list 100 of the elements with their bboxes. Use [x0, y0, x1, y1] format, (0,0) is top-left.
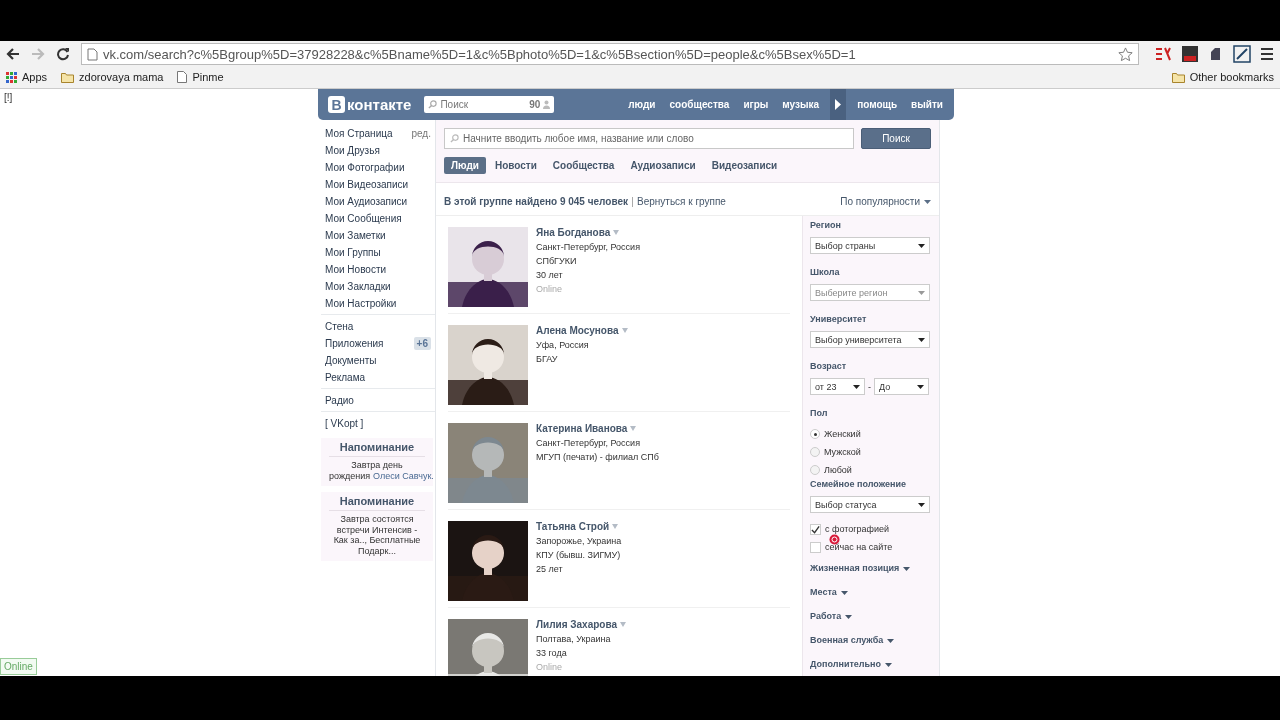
filter-label: Регион: [810, 220, 842, 231]
option-label[interactable]: Любой: [824, 465, 852, 475]
reload-icon[interactable]: [56, 47, 70, 61]
sidebar-link[interactable]: [ VKopt ]: [325, 418, 431, 429]
checkbox[interactable]: [810, 541, 821, 553]
sidebar-link[interactable]: Мои Новости: [325, 264, 431, 275]
caret-icon: [918, 243, 925, 248]
extension-icon[interactable]: [1233, 45, 1251, 63]
tab[interactable]: Новости: [487, 157, 544, 174]
filter-section-toggle[interactable]: Места: [810, 587, 939, 598]
filter-section-toggle[interactable]: Работа: [810, 611, 939, 622]
tab[interactable]: Сообщества: [545, 157, 622, 174]
sidebar-link[interactable]: Документы: [325, 355, 431, 366]
person-name[interactable]: Татьяна Строй: [536, 521, 610, 532]
sidebar-link[interactable]: Мои Видеозаписи: [325, 179, 431, 190]
dropdown[interactable]: от 23: [810, 378, 865, 395]
nav-link[interactable]: помощь: [850, 99, 905, 110]
play-icon[interactable]: [830, 89, 847, 120]
menu-icon[interactable]: [1260, 47, 1274, 61]
results-count: В этой группе найдено 9 045 человек: [444, 196, 628, 207]
address-bar[interactable]: vk.com/search?c%5Bgroup%5D=37928228&c%5Bname%5D=1&c%5Bphoto%5D=1&c%5Bsection%5D=people&c%5Bsex%5D=1: [81, 43, 1139, 65]
caret-icon: [845, 614, 853, 619]
filter-section-toggle[interactable]: Жизненная позиция: [810, 563, 939, 574]
sidebar-link[interactable]: Приложения: [325, 338, 414, 349]
search-box[interactable]: Поиск 90: [424, 96, 555, 113]
option-label[interactable]: Мужской: [824, 447, 861, 457]
reminder-title: Напоминание: [329, 495, 425, 511]
radio-button[interactable]: [810, 447, 820, 457]
bookmark-link[interactable]: Pinme: [177, 71, 224, 83]
name-link[interactable]: Олеси Савчук.: [373, 470, 434, 481]
dropdown[interactable]: Выбор страны: [810, 237, 930, 254]
sidebar-link[interactable]: Мои Заметки: [325, 230, 431, 241]
person-name[interactable]: Яна Богданова: [536, 227, 611, 238]
sidebar-link[interactable]: Мои Настройки: [325, 298, 431, 309]
dropdown[interactable]: Выбор университета: [810, 331, 930, 348]
nav-link[interactable]: музыка: [775, 99, 827, 110]
option-label[interactable]: с фотографией: [825, 524, 889, 534]
profile-detail: Запорожье, Украина: [536, 536, 622, 546]
back-icon[interactable]: [6, 47, 20, 61]
sidebar-link[interactable]: Мои Закладки: [325, 281, 431, 292]
caret-icon: [924, 199, 931, 204]
sidebar-link[interactable]: Мои Группы: [325, 247, 431, 258]
sidebar-link[interactable]: Радио: [325, 395, 431, 406]
checkbox[interactable]: [810, 523, 821, 535]
caret-icon: [840, 590, 848, 595]
filter-label: Возраст: [810, 361, 848, 372]
profile-detail: КПУ (бывш. ЗИГМУ): [536, 550, 622, 560]
edit-link[interactable]: ред.: [411, 128, 431, 139]
folder-icon: [1171, 71, 1185, 83]
sidebar-link[interactable]: Мои Фотографии: [325, 162, 431, 173]
filter-section-toggle[interactable]: Военная служба: [810, 635, 939, 646]
search-field[interactable]: Начните вводить любое имя, название или слово: [444, 128, 854, 149]
person-name[interactable]: Катерина Иванова: [536, 423, 628, 434]
filter-label: Семейное положение: [810, 479, 907, 490]
search-field[interactable]: Поиск: [424, 96, 527, 113]
radio-button[interactable]: [810, 465, 820, 475]
dropdown[interactable]: Выбор статуса: [810, 496, 930, 513]
online-count: 90: [529, 99, 541, 110]
person-name[interactable]: Алена Мосунова: [536, 325, 619, 336]
bookmark-link[interactable]: Apps: [6, 71, 48, 83]
online-badge: Online: [0, 658, 37, 675]
search-button[interactable]: Поиск: [861, 128, 931, 149]
caret-icon: [853, 384, 860, 389]
sidebar-link[interactable]: Мои Сообщения: [325, 213, 431, 224]
star-icon[interactable]: [1118, 46, 1133, 62]
count-badge: +6: [413, 337, 431, 350]
click-marker-icon: [829, 534, 840, 545]
filter-section-toggle[interactable]: Дополнительно: [810, 659, 939, 670]
sidebar-link[interactable]: Реклама: [325, 372, 431, 383]
reminder-title: Напоминание: [329, 441, 425, 457]
nav-link[interactable]: выйти: [904, 99, 950, 110]
person-name[interactable]: Лилия Захарова: [536, 619, 618, 630]
nav-link[interactable]: игры: [736, 99, 776, 110]
bookmark-link[interactable]: zdorovaya mama: [61, 71, 164, 83]
back-link[interactable]: Вернуться к группе: [637, 196, 726, 207]
nav-link[interactable]: люди: [621, 99, 663, 110]
profile-detail: Санкт-Петербург, Россия: [536, 438, 641, 448]
tab[interactable]: Видеозаписи: [704, 157, 785, 174]
sort-dropdown[interactable]: По популярности: [840, 196, 931, 207]
sidebar-link[interactable]: Мои Друзья: [325, 145, 431, 156]
page-icon: [87, 47, 98, 61]
profile-detail: БГАУ: [536, 354, 559, 364]
extension-icon[interactable]: [1154, 46, 1172, 62]
bookmark-link[interactable]: Other bookmarks: [1171, 71, 1274, 83]
nav-link[interactable]: сообщества: [662, 99, 737, 110]
option-label[interactable]: Женский: [824, 429, 861, 439]
profile-detail: 25 лет: [536, 564, 564, 574]
caret-icon: [918, 290, 925, 295]
profile-detail: Санкт-Петербург, Россия: [536, 242, 640, 252]
sidebar-link[interactable]: Моя Страница: [325, 128, 412, 139]
extension-icon[interactable]: [1181, 45, 1199, 63]
site-logo[interactable]: В контакте: [328, 96, 412, 113]
option-label[interactable]: сейчас на сайте: [825, 542, 893, 552]
sidebar-link[interactable]: Стена: [325, 321, 431, 332]
radio-button[interactable]: [810, 429, 820, 439]
tab[interactable]: Аудиозаписи: [623, 157, 703, 174]
dropdown[interactable]: До: [874, 378, 929, 395]
sidebar-link[interactable]: Мои Аудиозаписи: [325, 196, 431, 207]
caret-icon: [887, 638, 895, 643]
tab[interactable]: Люди: [444, 157, 486, 174]
